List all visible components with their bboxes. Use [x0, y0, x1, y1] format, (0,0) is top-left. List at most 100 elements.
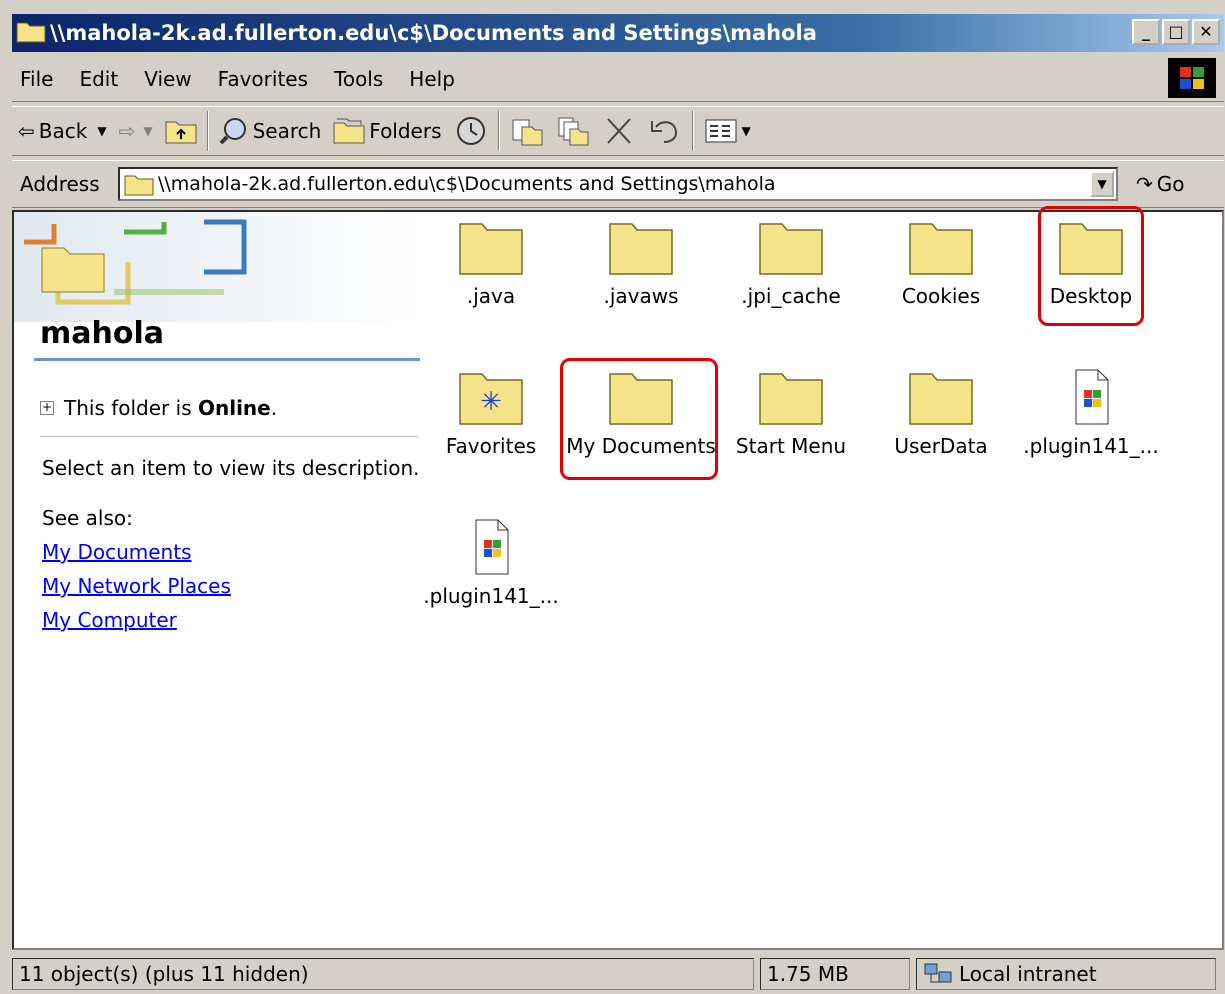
folder-item[interactable]: .jpi_cache [716, 218, 866, 308]
views-icon [705, 119, 737, 143]
chevron-down-icon: ▼ [1097, 177, 1107, 191]
folder-item[interactable]: Cookies [866, 218, 1016, 308]
folder-header-graphic [14, 212, 422, 322]
maximize-button[interactable]: □ [1162, 19, 1190, 45]
undo-button[interactable] [642, 111, 688, 151]
delete-icon [606, 118, 631, 144]
link-my-computer[interactable]: My Computer [42, 608, 177, 632]
item-label: Cookies [901, 284, 981, 308]
menu-bar: File Edit View Favorites Tools Help [12, 56, 1224, 102]
status-bar: 11 object(s) (plus 11 hidden) 1.75 MB Lo… [12, 954, 1224, 994]
forward-button[interactable]: ⇨ ▼ [113, 111, 159, 151]
toolbar-separator [691, 111, 694, 151]
minimize-button[interactable]: _ [1132, 19, 1160, 45]
online-state: Online [197, 396, 271, 420]
windows-file-icon [475, 519, 509, 575]
online-prefix: This folder is [64, 396, 198, 420]
address-input[interactable]: \\mahola-2k.ad.fullerton.edu\c$\Document… [118, 167, 1118, 201]
link-my-network-places[interactable]: My Network Places [42, 574, 231, 598]
history-button[interactable] [448, 111, 494, 151]
svg-text:✳: ✳ [480, 387, 502, 417]
see-also-heading: See also: [42, 506, 133, 530]
folder-item[interactable]: .java [416, 218, 566, 308]
status-size: 1.75 MB [760, 958, 910, 990]
highlight-circle [560, 358, 718, 480]
item-label: .javaws [603, 284, 679, 308]
folders-button[interactable]: Folders [327, 111, 447, 151]
item-label: .jpi_cache [741, 284, 841, 308]
menu-view[interactable]: View [131, 67, 204, 91]
expand-icon[interactable]: + [40, 401, 54, 415]
move-to-icon [512, 119, 543, 146]
favorites-folder-icon: ✳ [459, 373, 523, 425]
address-value: \\mahola-2k.ad.fullerton.edu\c$\Document… [158, 173, 776, 195]
folder-icon [909, 373, 973, 425]
windows-file-icon [1075, 369, 1109, 425]
menu-tools[interactable]: Tools [321, 67, 396, 91]
search-icon [219, 118, 246, 145]
web-view-pane: mahola + This folder is Online. Select a… [14, 212, 422, 948]
folders-label: Folders [369, 119, 442, 143]
toolbar: ⇦ Back ▼ ⇨ ▼ Search Folders ▼ [12, 106, 1224, 156]
window-title: \\mahola-2k.ad.fullerton.edu\c$\Document… [50, 21, 817, 45]
file-item[interactable]: .plugin141_... [416, 518, 566, 608]
main-pane: mahola + This folder is Online. Select a… [12, 206, 1224, 950]
title-bar[interactable]: \\mahola-2k.ad.fullerton.edu\c$\Document… [12, 14, 1224, 52]
folder-item[interactable]: .javaws [566, 218, 716, 308]
up-folder-icon [165, 121, 197, 144]
chevron-down-icon[interactable]: ▼ [143, 124, 152, 138]
menu-edit[interactable]: Edit [66, 67, 131, 91]
views-button[interactable]: ▼ [698, 111, 757, 151]
folder-icon [124, 175, 154, 196]
copy-to-icon [558, 117, 589, 146]
close-button[interactable]: ✕ [1192, 19, 1220, 45]
undo-icon [650, 121, 677, 143]
file-item[interactable]: .plugin141_... [1016, 368, 1166, 458]
go-label: Go [1156, 172, 1185, 196]
menu-file[interactable]: File [12, 67, 66, 91]
online-status: + This folder is Online. [40, 396, 277, 420]
item-label: Favorites [445, 434, 537, 458]
highlight-circle [1038, 206, 1144, 326]
toolbar-separator [206, 111, 209, 151]
up-folder-button[interactable] [159, 111, 203, 151]
go-arrow-icon: ↷ [1136, 172, 1153, 196]
link-my-documents[interactable]: My Documents [42, 540, 191, 564]
online-suffix: . [270, 396, 278, 420]
chevron-down-icon[interactable]: ▼ [97, 124, 106, 138]
back-label: Back [38, 119, 88, 143]
forward-arrow-icon: ⇨ [118, 119, 136, 143]
search-button[interactable]: Search [213, 111, 328, 151]
copy-to-button[interactable] [550, 111, 596, 151]
go-button[interactable]: ↷ Go [1136, 172, 1185, 196]
status-object-count: 11 object(s) (plus 11 hidden) [12, 958, 754, 990]
back-button[interactable]: ⇦ Back ▼ [12, 111, 113, 151]
item-label: .plugin141_... [423, 584, 559, 608]
search-label: Search [252, 119, 322, 143]
folder-icon [609, 223, 673, 275]
divider [40, 436, 418, 437]
status-zone: Local intranet [916, 958, 1216, 990]
address-label: Address [20, 172, 100, 196]
folder-icon [759, 373, 823, 425]
move-to-button[interactable] [504, 111, 550, 151]
folder-item[interactable]: Start Menu [716, 368, 866, 458]
item-description: Select an item to view its description. [42, 456, 420, 480]
delete-button[interactable] [596, 111, 642, 151]
chevron-down-icon[interactable]: ▼ [742, 124, 751, 138]
address-dropdown-button[interactable]: ▼ [1090, 171, 1114, 197]
zone-label: Local intranet [959, 962, 1097, 986]
toolbar-separator [497, 111, 500, 151]
menu-help[interactable]: Help [396, 67, 468, 91]
address-bar: Address \\mahola-2k.ad.fullerton.edu\c$\… [12, 160, 1224, 208]
folder-icon [16, 19, 46, 48]
folder-item[interactable]: ✳ Favorites [416, 368, 566, 458]
folder-name-heading: mahola [40, 316, 164, 351]
local-intranet-icon [924, 963, 952, 983]
item-label: .java [466, 284, 516, 308]
menu-favorites[interactable]: Favorites [205, 67, 321, 91]
folder-item[interactable]: UserData [866, 368, 1016, 458]
item-label: .plugin141_... [1023, 434, 1159, 458]
folder-icon [459, 223, 523, 275]
folder-icon [909, 223, 973, 275]
